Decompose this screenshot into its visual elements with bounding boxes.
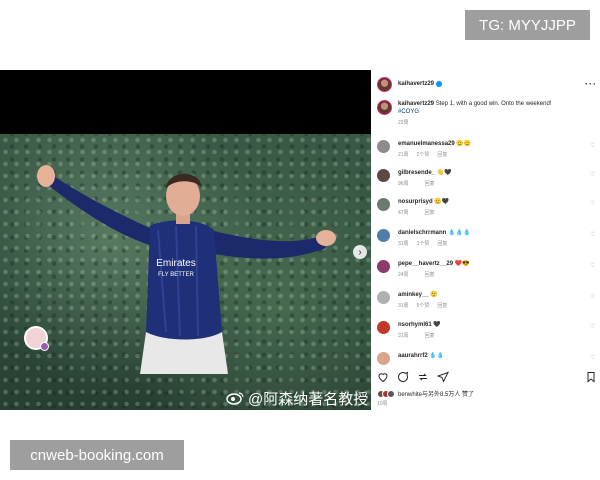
comment-text: 🫡🖤 bbox=[434, 199, 450, 205]
comment-avatar[interactable] bbox=[377, 140, 390, 153]
comment-avatar[interactable] bbox=[377, 169, 390, 182]
comment-reply-button[interactable]: 回复 bbox=[425, 271, 435, 278]
comment-avatar[interactable] bbox=[377, 198, 390, 211]
post-caption: kaihavertz29 Step 1, with a good win. On… bbox=[377, 100, 599, 127]
comment-avatar[interactable] bbox=[377, 321, 390, 334]
caption-text: Step 1, with a good win. Onto the weeken… bbox=[435, 101, 552, 107]
comment-reply-button[interactable]: 回复 bbox=[437, 240, 447, 247]
liked-by-text: benwhite与另外8.5万人 赞了 bbox=[398, 392, 475, 398]
comment-avatar[interactable] bbox=[377, 291, 390, 304]
post-photo-panel[interactable]: Emirates FLY BETTER › @阿森纳著名教授 bbox=[0, 70, 371, 410]
comment-username[interactable]: pepe__havertz__29 bbox=[398, 261, 453, 267]
comment-username[interactable]: danielschrrmann bbox=[398, 230, 446, 236]
jersey-sponsor-text: Emirates bbox=[156, 258, 195, 269]
share-send-icon[interactable] bbox=[437, 371, 449, 383]
comment-like-heart-icon[interactable]: ♡ bbox=[590, 231, 595, 238]
comment-time: 31周 bbox=[398, 303, 409, 309]
comment-username[interactable]: gilbresende_ bbox=[398, 170, 435, 176]
comment-like-heart-icon[interactable]: ♡ bbox=[590, 262, 595, 269]
like-heart-icon[interactable] bbox=[377, 371, 389, 383]
comment-like-heart-icon[interactable]: ♡ bbox=[590, 200, 595, 207]
comment-username[interactable]: nsorhyml61 bbox=[398, 322, 432, 328]
comment-text: 🙂 bbox=[430, 292, 438, 298]
comment-time: 31周 bbox=[398, 241, 409, 247]
caption-username[interactable]: kaihavertz29 bbox=[398, 101, 434, 107]
watermark-logo-dot bbox=[40, 342, 49, 351]
comment-time: 96周 bbox=[398, 181, 409, 187]
more-options-icon[interactable]: ··· bbox=[585, 79, 597, 89]
comment-item: pepe__havertz__29 ❤️😎 24周 回复 ♡ bbox=[377, 260, 599, 278]
comment-like-heart-icon[interactable]: ♡ bbox=[590, 293, 595, 300]
caption-time: 22周 bbox=[398, 120, 409, 126]
post-date: 10周 bbox=[377, 401, 388, 407]
comment-avatar[interactable] bbox=[377, 260, 390, 273]
save-bookmark-icon[interactable] bbox=[585, 371, 597, 383]
caption-avatar[interactable] bbox=[377, 100, 392, 115]
comment-like-heart-icon[interactable]: ♡ bbox=[590, 171, 595, 178]
comment-bubble-icon[interactable] bbox=[397, 371, 409, 383]
comment-item: emanuelmanessa29 🫡🫡 21周 2个赞 回复 ♡ bbox=[377, 140, 599, 158]
comment-time: 21周 bbox=[398, 152, 409, 158]
author-username[interactable]: kaihavertz29 bbox=[398, 81, 434, 87]
weibo-logo-icon bbox=[226, 392, 244, 405]
comment-likes[interactable]: 2个赞 bbox=[417, 151, 430, 158]
weibo-watermark: @阿森纳著名教授 bbox=[226, 388, 368, 408]
author-avatar[interactable] bbox=[377, 76, 392, 92]
comment-item: aaurahrrf2 💧💧 ♡ bbox=[377, 352, 599, 365]
comment-avatar[interactable] bbox=[377, 352, 390, 365]
tg-watermark-badge: TG: MYYJJPP bbox=[465, 10, 590, 40]
comment-item: nosurprisyd 🫡🖤 47周 回复 ♡ bbox=[377, 198, 599, 216]
comment-text: 👋🖤 bbox=[436, 170, 452, 176]
comment-username[interactable]: nosurprisyd bbox=[398, 199, 433, 205]
comment-username[interactable]: aaurahrrf2 bbox=[398, 353, 428, 359]
comment-avatar[interactable] bbox=[377, 229, 390, 242]
comment-item: nsorhyml61 🖤 31周 回复 ♡ bbox=[377, 321, 599, 339]
next-photo-arrow-icon[interactable]: › bbox=[353, 245, 367, 259]
comment-reply-button[interactable]: 回复 bbox=[425, 209, 435, 216]
svg-text:FLY BETTER: FLY BETTER bbox=[158, 272, 194, 278]
post-header: kaihavertz29 ··· bbox=[377, 74, 597, 94]
comment-reply-button[interactable]: 回复 bbox=[425, 180, 435, 187]
comment-text: 🫡🫡 bbox=[456, 141, 472, 147]
liked-avatar-3 bbox=[387, 389, 395, 398]
weibo-watermark-text: @阿森纳著名教授 bbox=[248, 390, 369, 408]
comment-item: aminkey__ 🙂 31周 5个赞 回复 ♡ bbox=[377, 291, 599, 309]
repost-icon[interactable] bbox=[417, 371, 429, 383]
comment-reply-button[interactable]: 回复 bbox=[425, 332, 435, 339]
comment-time: 24周 bbox=[398, 272, 409, 278]
comment-time: 31周 bbox=[398, 333, 409, 339]
comment-like-heart-icon[interactable]: ♡ bbox=[590, 323, 595, 330]
action-bar bbox=[377, 370, 597, 384]
comment-reply-button[interactable]: 回复 bbox=[437, 151, 447, 158]
comment-text: 💧💧💧 bbox=[448, 230, 471, 236]
comment-like-heart-icon[interactable]: ♡ bbox=[590, 354, 595, 361]
verified-badge-icon bbox=[436, 81, 443, 87]
comment-text: ❤️😎 bbox=[454, 261, 470, 267]
comment-username[interactable]: emanuelmanessa29 bbox=[398, 141, 455, 147]
comment-likes[interactable]: 1个赞 bbox=[417, 240, 430, 247]
site-watermark-badge: cnweb-booking.com bbox=[10, 440, 184, 470]
comment-reply-button[interactable]: 回复 bbox=[437, 302, 447, 309]
post-detail-pane: kaihavertz29 ··· kaihavertz29 Step 1, wi… bbox=[371, 70, 600, 410]
comment-text: 💧💧 bbox=[429, 353, 445, 359]
comment-item: gilbresende_ 👋🖤 96周 回复 ♡ bbox=[377, 169, 599, 187]
caption-hashtag[interactable]: #COYG bbox=[398, 108, 593, 116]
player-celebration-figure: Emirates FLY BETTER bbox=[37, 165, 336, 374]
comment-username[interactable]: aminkey__ bbox=[398, 292, 429, 298]
comment-likes[interactable]: 5个赞 bbox=[417, 302, 430, 309]
comment-text: 🖤 bbox=[433, 322, 441, 328]
liked-by-row[interactable]: benwhite与另外8.5万人 赞了 bbox=[377, 389, 474, 398]
comment-like-heart-icon[interactable]: ♡ bbox=[590, 142, 595, 149]
comment-item: danielschrrmann 💧💧💧 31周 1个赞 回复 ♡ bbox=[377, 229, 599, 247]
comment-time: 47周 bbox=[398, 210, 409, 216]
